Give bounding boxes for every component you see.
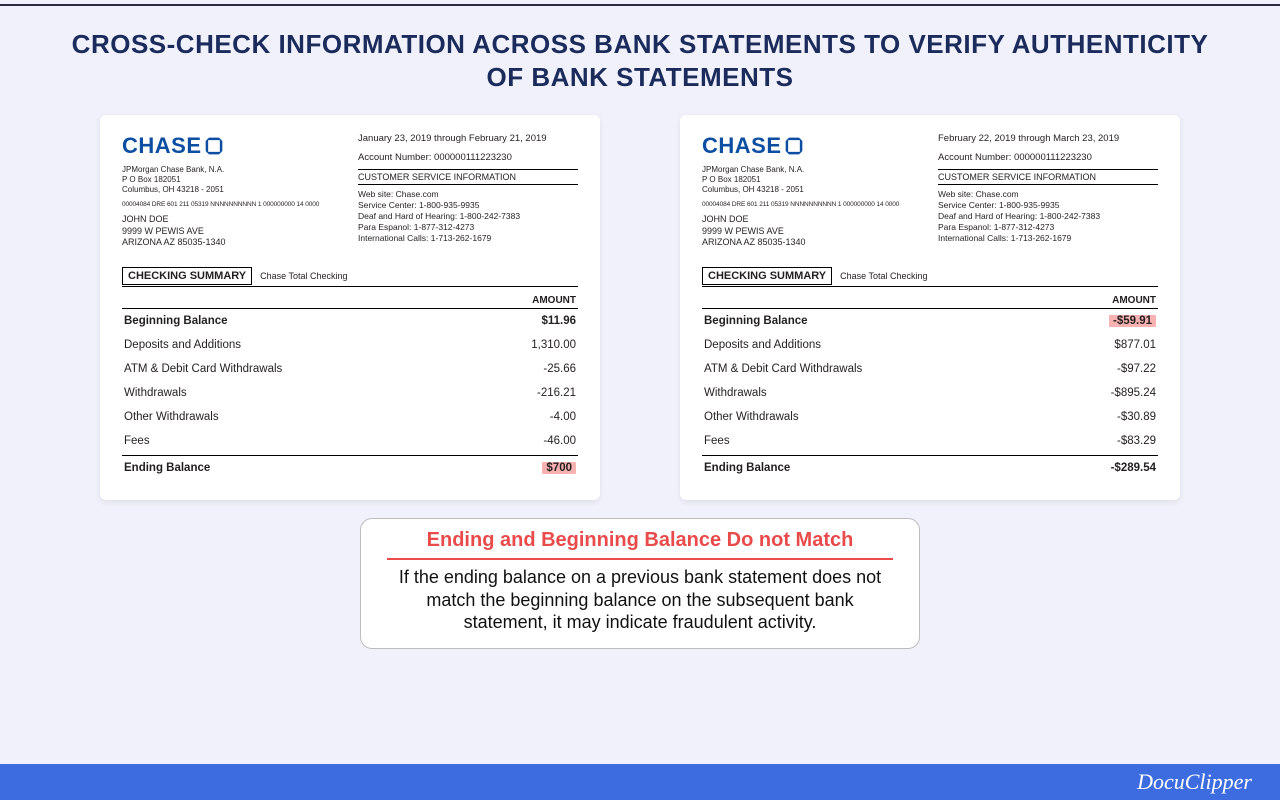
row-label: Beginning Balance <box>704 315 1076 327</box>
customer-service-info: Web site: Chase.comService Center: 1-800… <box>938 189 1158 244</box>
chase-octagon-icon <box>784 136 804 156</box>
row-amount: -$97.22 <box>1076 363 1156 375</box>
checking-summary-subtitle: Chase Total Checking <box>840 271 927 281</box>
top-rule <box>0 4 1280 6</box>
ending-balance-row: Ending Balance $700 <box>122 455 578 480</box>
amount-column-header: AMOUNT <box>122 295 578 309</box>
summary-row: ATM & Debit Card Withdrawals-$97.22 <box>702 357 1158 381</box>
row-amount: -$895.24 <box>1076 387 1156 399</box>
bank-logo-text: CHASE <box>702 133 782 159</box>
row-amount: -$83.29 <box>1076 435 1156 447</box>
statement-period: January 23, 2019 through February 21, 20… <box>358 133 578 144</box>
amount-column-header: AMOUNT <box>702 295 1158 309</box>
row-amount: -$289.54 <box>1076 462 1156 474</box>
customer-service-header: CUSTOMER SERVICE INFORMATION <box>938 169 1158 185</box>
chase-octagon-icon <box>204 136 224 156</box>
statement-period: February 22, 2019 through March 23, 2019 <box>938 133 1158 144</box>
row-label: Ending Balance <box>124 462 496 474</box>
routing-micro-line: 00004084 DRE 601 211 05319 NNNNNNNNNN 1 … <box>702 201 922 208</box>
row-label: Fees <box>704 435 1076 447</box>
routing-micro-line: 00004084 DRE 601 211 05319 NNNNNNNNNN 1 … <box>122 201 342 208</box>
summary-row: Deposits and Additions$877.01 <box>702 333 1158 357</box>
callout-title: Ending and Beginning Balance Do not Matc… <box>387 529 893 556</box>
row-label: Ending Balance <box>704 462 1076 474</box>
footer-brand: DocuClipper <box>1137 769 1252 795</box>
statements-container: CHASE JPMorgan Chase Bank, N.A.P O Box 18… <box>0 115 1280 500</box>
row-label: Other Withdrawals <box>124 411 496 423</box>
row-amount: -$30.89 <box>1076 411 1156 423</box>
row-amount: -$59.91 <box>1076 315 1156 327</box>
row-label: Deposits and Additions <box>124 339 496 351</box>
row-amount: $11.96 <box>496 315 576 327</box>
row-label: Fees <box>124 435 496 447</box>
callout-rule <box>387 558 893 560</box>
logo-row: CHASE <box>122 133 342 159</box>
row-amount: -46.00 <box>496 435 576 447</box>
row-amount: -216.21 <box>496 387 576 399</box>
summary-row: Beginning Balance -$59.91 <box>702 309 1158 333</box>
callout-body: If the ending balance on a previous bank… <box>387 566 893 634</box>
customer-address: JOHN DOE9999 W PEWIS AVEARIZONA AZ 85035… <box>122 214 342 249</box>
callout-box: Ending and Beginning Balance Do not Matc… <box>360 518 920 649</box>
page-title: CROSS-CHECK INFORMATION ACROSS BANK STAT… <box>0 0 1280 93</box>
summary-row: Fees-46.00 <box>122 429 578 453</box>
logo-row: CHASE <box>702 133 922 159</box>
summary-row: Deposits and Additions1,310.00 <box>122 333 578 357</box>
bank-address: JPMorgan Chase Bank, N.A.P O Box 182051C… <box>702 165 922 195</box>
summary-row: Withdrawals-$895.24 <box>702 381 1158 405</box>
row-label: Deposits and Additions <box>704 339 1076 351</box>
bank-logo-text: CHASE <box>122 133 202 159</box>
row-label: ATM & Debit Card Withdrawals <box>124 363 496 375</box>
checking-summary-subtitle: Chase Total Checking <box>260 271 347 281</box>
row-amount: $700 <box>496 462 576 474</box>
row-amount: $877.01 <box>1076 339 1156 351</box>
bank-statement: CHASE JPMorgan Chase Bank, N.A.P O Box 18… <box>680 115 1180 500</box>
summary-row: ATM & Debit Card Withdrawals-25.66 <box>122 357 578 381</box>
bank-statement: CHASE JPMorgan Chase Bank, N.A.P O Box 18… <box>100 115 600 500</box>
summary-row: Other Withdrawals-4.00 <box>122 405 578 429</box>
checking-summary-title: CHECKING SUMMARY <box>702 267 832 285</box>
customer-service-info: Web site: Chase.comService Center: 1-800… <box>358 189 578 244</box>
checking-summary-title: CHECKING SUMMARY <box>122 267 252 285</box>
row-label: Withdrawals <box>704 387 1076 399</box>
summary-row: Withdrawals-216.21 <box>122 381 578 405</box>
account-number: Account Number: 000000111223230 <box>358 152 578 163</box>
row-amount: -25.66 <box>496 363 576 375</box>
row-label: Other Withdrawals <box>704 411 1076 423</box>
customer-service-header: CUSTOMER SERVICE INFORMATION <box>358 169 578 185</box>
row-label: ATM & Debit Card Withdrawals <box>704 363 1076 375</box>
account-number: Account Number: 000000111223230 <box>938 152 1158 163</box>
row-amount: 1,310.00 <box>496 339 576 351</box>
summary-row: Fees-$83.29 <box>702 429 1158 453</box>
row-label: Beginning Balance <box>124 315 496 327</box>
summary-row: Beginning Balance$11.96 <box>122 309 578 333</box>
highlighted-amount: -$59.91 <box>1109 315 1156 327</box>
row-amount: -4.00 <box>496 411 576 423</box>
customer-address: JOHN DOE9999 W PEWIS AVEARIZONA AZ 85035… <box>702 214 922 249</box>
summary-row: Other Withdrawals-$30.89 <box>702 405 1158 429</box>
row-label: Withdrawals <box>124 387 496 399</box>
highlighted-amount: $700 <box>542 462 576 474</box>
footer-bar: DocuClipper <box>0 764 1280 800</box>
bank-address: JPMorgan Chase Bank, N.A.P O Box 182051C… <box>122 165 342 195</box>
ending-balance-row: Ending Balance-$289.54 <box>702 455 1158 480</box>
